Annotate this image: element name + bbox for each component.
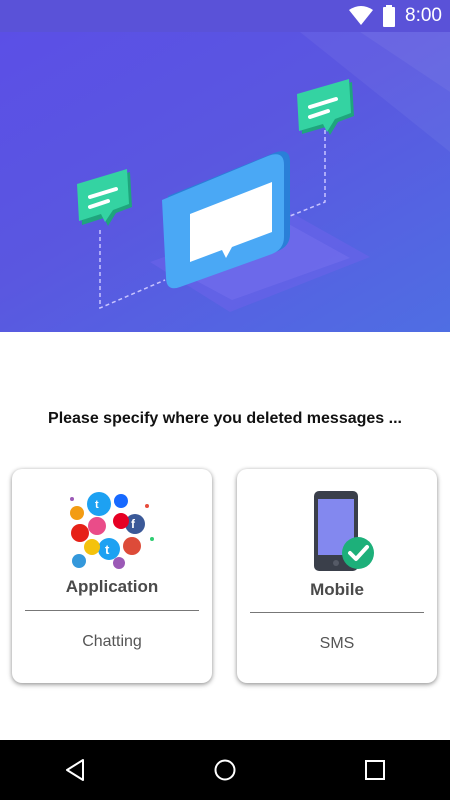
mobile-card[interactable]: Mobile SMS: [237, 469, 437, 683]
left-chat-bubble: [77, 169, 132, 226]
navigation-bar: [0, 740, 450, 800]
battery-icon: [383, 5, 396, 27]
svg-text:t: t: [95, 499, 99, 511]
back-icon: [66, 759, 84, 781]
home-button[interactable]: [185, 740, 265, 800]
divider: [25, 610, 199, 611]
divider: [250, 612, 424, 613]
home-icon: [214, 759, 236, 781]
application-card[interactable]: t f t Application Chatting: [12, 469, 212, 683]
option-title: Application: [65, 577, 159, 596]
option-title: Mobile: [310, 580, 364, 599]
mobile-check-icon: [314, 491, 374, 571]
svg-text:t: t: [105, 542, 110, 557]
option-subtitle: Chatting: [82, 633, 142, 650]
hero-illustration: [0, 32, 450, 332]
status-time: 8:00: [405, 5, 442, 26]
right-chat-bubble: [297, 79, 354, 135]
back-button[interactable]: [35, 740, 115, 800]
status-bar: 8:00: [0, 0, 450, 32]
option-subtitle: SMS: [319, 635, 355, 652]
recents-icon: [365, 760, 385, 780]
wifi-icon: [349, 6, 374, 25]
social-apps-icon: t f t: [70, 492, 154, 569]
prompt-text: Please specify where you deleted message…: [48, 410, 402, 427]
messages-illustration: [77, 32, 450, 312]
recents-button[interactable]: [335, 740, 415, 800]
status-icons: 8:00: [349, 0, 442, 32]
